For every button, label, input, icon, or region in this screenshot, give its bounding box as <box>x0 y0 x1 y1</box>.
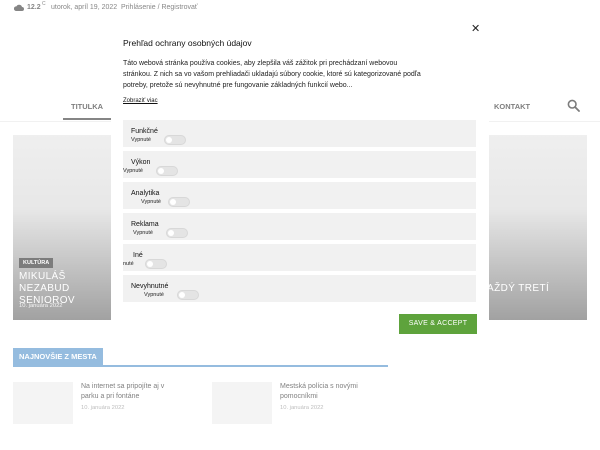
modal-description: Táto webová stránka používa cookies, aby… <box>123 58 478 91</box>
close-icon[interactable]: ✕ <box>471 22 480 35</box>
modal-description-line3: potreby, pretože sú nevyhnutné pre fungo… <box>123 82 353 89</box>
cookie-category-nevyhnutne[interactable]: Nevyhnutné Vypnuté <box>123 275 476 302</box>
category-label: Analytika <box>131 190 160 197</box>
category-state: Vypnuté <box>141 199 161 205</box>
category-state: Vypnuté <box>144 292 164 298</box>
category-state: Vypnuté <box>131 137 151 143</box>
category-toggle[interactable] <box>177 290 199 300</box>
cookie-category-ine[interactable]: Iné nuté <box>123 244 476 271</box>
category-label: Funkčné <box>131 128 158 135</box>
category-label: Nevyhnutné <box>131 283 169 290</box>
modal-title: Prehľad ochrany osobných údajov <box>123 38 252 48</box>
save-accept-button[interactable]: SAVE & ACCEPT <box>399 314 477 334</box>
category-state: Vypnuté <box>123 168 143 174</box>
cookie-category-analytika[interactable]: Analytika Vypnuté <box>123 182 476 209</box>
category-state: Vypnuté <box>133 230 153 236</box>
category-toggle[interactable] <box>156 166 178 176</box>
category-label: Reklama <box>131 221 159 228</box>
modal-description-line1: Táto webová stránka používa cookies, aby… <box>123 60 398 67</box>
cookie-consent-modal: ✕ Prehľad ochrany osobných údajov Táto w… <box>111 14 489 346</box>
cookie-category-vykon[interactable]: Výkon Vypnuté <box>123 151 476 178</box>
show-more-link[interactable]: Zobraziť viac <box>123 98 158 104</box>
cookie-category-funkcne[interactable]: Funkčné Vypnuté <box>123 120 476 147</box>
cookie-category-reklama[interactable]: Reklama Vypnuté <box>123 213 476 240</box>
category-label: Výkon <box>131 159 151 166</box>
modal-description-line2: stránkou. Z nich sa vo vašom prehliadači… <box>123 71 421 78</box>
category-toggle[interactable] <box>166 228 188 238</box>
category-label: Iné <box>133 252 143 259</box>
category-toggle[interactable] <box>168 197 190 207</box>
category-toggle[interactable] <box>145 259 167 269</box>
category-state: nuté <box>123 261 134 267</box>
category-toggle[interactable] <box>164 135 186 145</box>
